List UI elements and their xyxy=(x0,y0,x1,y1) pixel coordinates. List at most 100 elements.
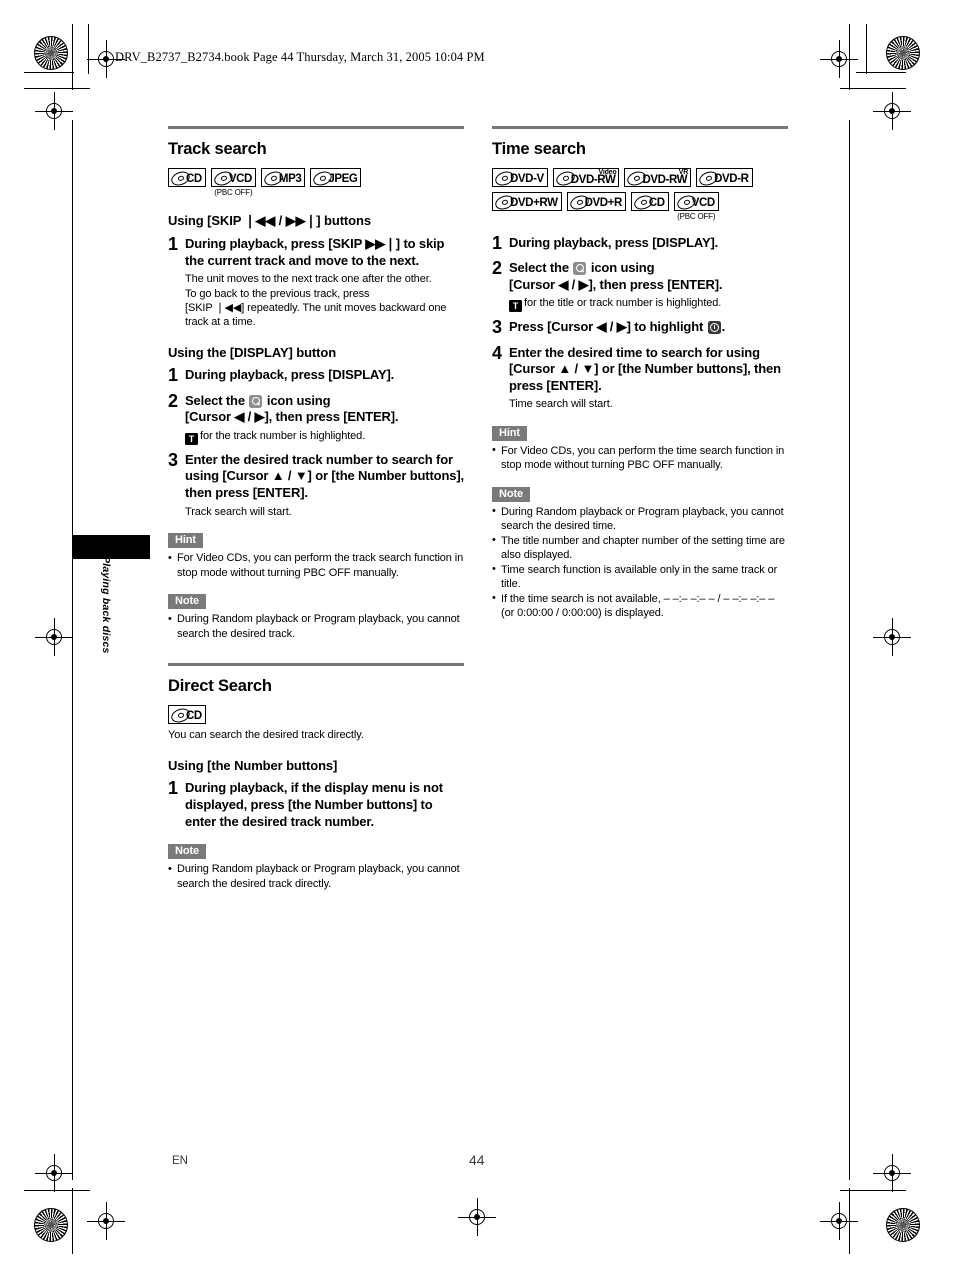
step-body: During playback, if the display menu is … xyxy=(185,780,464,830)
disc-chip: Video DVD-RW xyxy=(552,168,620,188)
crop-line-left-edge xyxy=(72,120,74,1180)
sub-note-text: for the track number is highlighted. xyxy=(200,429,366,442)
step-body: Enter the desired time to search for usi… xyxy=(509,345,788,412)
disc-icon-dvd-r: DVD-R xyxy=(696,168,753,188)
disc-icon-dvd-plus-r: DVD+R xyxy=(566,192,626,212)
step-item: 1 During playback, press [SKIP ▶▶❘] to s… xyxy=(168,234,464,329)
registration-mark-right-lower xyxy=(873,1154,911,1192)
step-instruction: During playback, press [SKIP ▶▶❘] to ski… xyxy=(185,236,445,268)
step-body: Select the icon using [Cursor ◀ / ▶], th… xyxy=(185,393,464,445)
halftone-circle-top-right xyxy=(886,36,920,70)
step-sub-note: Tfor the title or track number is highli… xyxy=(509,296,788,313)
disc-format-icons-time-search-row1: DVD-V Video DVD-RW VR DVD-RW DVD-R xyxy=(492,168,788,188)
crop-line-bottom-left-h xyxy=(24,1190,90,1192)
crop-line-top-left-v xyxy=(72,24,74,90)
step-number: 1 xyxy=(168,778,179,799)
registration-mark-left-upper xyxy=(35,92,73,130)
disc-chip: CD xyxy=(168,705,206,725)
step-number: 1 xyxy=(492,233,503,253)
step-number: 2 xyxy=(168,390,179,411)
halftone-circle-bottom-left xyxy=(34,1208,68,1242)
step-number: 3 xyxy=(492,317,503,338)
disc-format-icons-direct-search: CD xyxy=(168,705,464,725)
step-instruction: During playback, press [DISPLAY]. xyxy=(509,235,719,250)
step-item: 1 During playback, if the display menu i… xyxy=(168,778,464,830)
hint-list: For Video CDs, you can perform the track… xyxy=(168,551,464,580)
description-line: The unit moves to the next track one aft… xyxy=(185,273,432,286)
registration-mark-left-middle xyxy=(35,618,73,656)
subheading-skip-buttons: Using [SKIP ❘◀◀ / ▶▶❘] buttons xyxy=(168,213,371,228)
step-body: Press [Cursor ◀ / ▶] to highlight . xyxy=(509,319,788,337)
disc-chip: VCD xyxy=(210,168,256,188)
disc-chip: VR DVD-RW xyxy=(624,168,692,188)
hint-item: For Video CDs, you can perform the track… xyxy=(168,551,464,580)
disc-chip: DVD+RW xyxy=(492,192,562,212)
disc-icon-vcd: VCD (PBC OFF) xyxy=(673,192,719,221)
disc-icon-dvd-rw-vr: VR DVD-RW xyxy=(624,168,692,188)
instruction-part: . xyxy=(721,319,726,335)
crop-line-top-left-h2 xyxy=(24,72,74,74)
step-item: 2 Select the icon using [Cursor ◀ / ▶], … xyxy=(492,258,788,313)
registration-mark-bottom-center xyxy=(458,1198,496,1236)
disc-icon-cd: CD xyxy=(168,705,206,725)
disc-chip: DVD-V xyxy=(492,168,548,188)
step-number: 4 xyxy=(492,342,503,363)
step-description: The unit moves to the next track one aft… xyxy=(185,272,464,329)
note-badge: Note xyxy=(168,594,207,610)
step-instruction: Select the icon using [Cursor ◀ / ▶], th… xyxy=(185,393,464,426)
section-title-text: Direct Search xyxy=(168,677,272,696)
step-instruction: Enter the desired track number to search… xyxy=(185,451,464,501)
registration-mark-bottom-left xyxy=(87,1202,125,1240)
title-badge-icon: T xyxy=(185,432,198,445)
crop-line-top-left-v2 xyxy=(88,24,90,74)
search-icon xyxy=(249,394,263,408)
step-item: 1 During playback, press [DISPLAY]. xyxy=(168,365,464,386)
disc-icon-vcd: VCD (PBC OFF) xyxy=(210,168,256,197)
instruction-part: icon using xyxy=(266,392,331,408)
crop-line-right-edge xyxy=(849,120,851,1180)
document-page: DRV_B2737_B2734.book Page 44 Thursday, M… xyxy=(0,0,954,1278)
step-instruction: During playback, if the display menu is … xyxy=(185,780,443,829)
note-list: During Random playback or Program playba… xyxy=(492,504,788,621)
registration-mark-left-lower xyxy=(35,1154,73,1192)
step-instruction: During playback, press [DISPLAY]. xyxy=(185,367,395,383)
crop-line-top-right-h xyxy=(840,88,906,90)
disc-chip-superscript: Video xyxy=(598,168,617,176)
step-instruction: Enter the desired time to search for usi… xyxy=(509,344,781,393)
instruction-part: [Cursor ◀ / ▶], then press [ENTER]. xyxy=(509,276,723,292)
search-icon xyxy=(573,262,587,276)
disc-chip-label: DVD-RW xyxy=(642,173,688,186)
section-heading-direct-search: Direct Search xyxy=(168,663,464,696)
disc-icon-cd: CD xyxy=(630,192,669,212)
registration-mark-right-middle xyxy=(873,618,911,656)
disc-chip: DVD-R xyxy=(696,168,753,188)
step-description: Track search will start. xyxy=(185,505,292,518)
footer-language-code: EN xyxy=(172,1155,188,1167)
step-body: During playback, press [SKIP ▶▶❘] to ski… xyxy=(185,236,464,329)
left-column: Track search CD VCD (PBC OFF) MP3 JPEG U… xyxy=(168,126,464,891)
hint-badge: Hint xyxy=(492,425,527,441)
step-body: Enter the desired track number to search… xyxy=(185,452,464,519)
note-item: If the time search is not available, – –… xyxy=(492,591,788,621)
step-item: 3 Enter the desired track number to sear… xyxy=(168,450,464,519)
crop-line-top-right-v2 xyxy=(866,24,868,74)
disc-icon-jpeg: JPEG xyxy=(310,168,362,188)
disc-icon-cd: CD xyxy=(168,168,206,188)
disc-chip: VCD xyxy=(673,192,719,212)
section-title-text: Track search xyxy=(168,140,267,158)
registration-mark-right-upper xyxy=(873,92,911,130)
step-item: 4 Enter the desired time to search for u… xyxy=(492,342,788,412)
disc-chip-label: JPEG xyxy=(328,172,358,185)
disc-icon-dvd-rw-video: Video DVD-RW xyxy=(552,168,620,188)
disc-chip-note: (PBC OFF) xyxy=(677,212,716,221)
disc-chip: JPEG xyxy=(310,168,362,188)
step-number: 1 xyxy=(168,365,179,386)
step-description: Time search will start. xyxy=(509,398,613,411)
crop-line-top-left-h xyxy=(24,88,90,90)
disc-chip-note: (PBC OFF) xyxy=(214,188,253,197)
right-column: Time search DVD-V Video DVD-RW VR DVD-RW… xyxy=(492,126,788,621)
note-item: Time search function is available only i… xyxy=(492,562,788,592)
disc-chip-label: DVD+RW xyxy=(510,196,558,209)
note-badge: Note xyxy=(168,844,207,860)
subheading-display-button: Using the [DISPLAY] button xyxy=(168,345,337,361)
